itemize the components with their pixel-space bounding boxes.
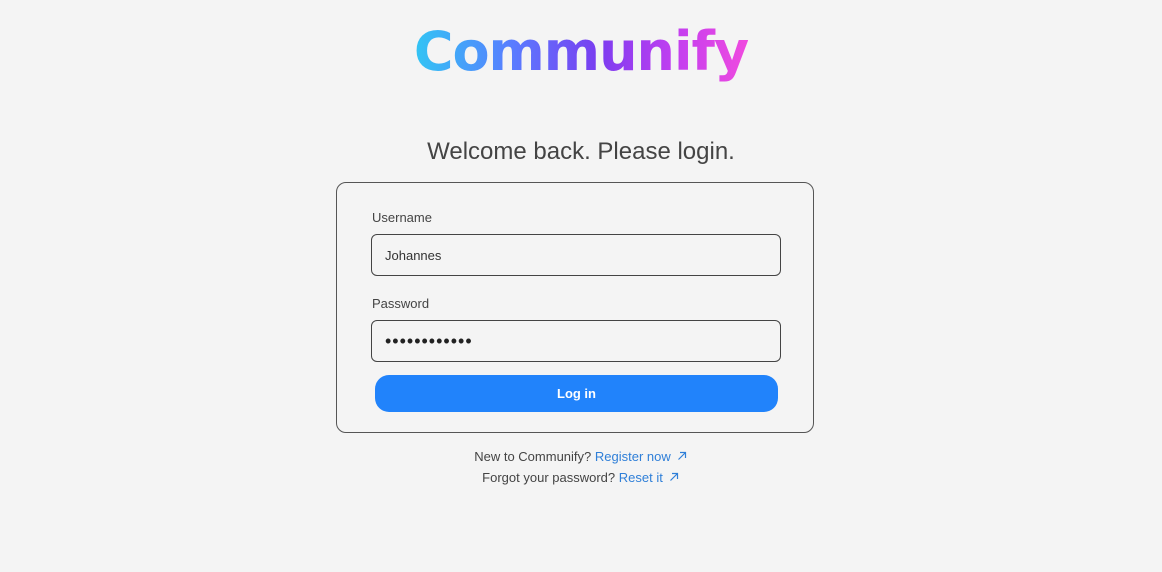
- reset-row: Forgot your password? Reset it: [0, 470, 1162, 485]
- login-form: Username Password Log in: [336, 182, 814, 433]
- page-title: Welcome back. Please login.: [427, 138, 735, 165]
- reset-link-label: Reset it: [618, 470, 663, 485]
- password-label: Password: [372, 296, 430, 311]
- register-prompt: New to Communify?: [474, 449, 592, 464]
- logo-container: Communify: [0, 20, 1162, 84]
- register-link-label: Register now: [594, 449, 671, 464]
- reset-prompt: Forgot your password?: [482, 470, 616, 485]
- reset-link[interactable]: Reset it: [619, 470, 680, 485]
- login-button[interactable]: Log in: [375, 375, 778, 412]
- username-label: Username: [372, 210, 432, 225]
- register-row: New to Communify? Register now: [0, 449, 1162, 464]
- arrow-up-right-icon: [669, 472, 678, 481]
- arrow-up-right-icon: [677, 451, 686, 460]
- username-input[interactable]: [371, 234, 781, 276]
- password-input[interactable]: [371, 320, 781, 362]
- communify-logo: Communify: [413, 20, 749, 83]
- register-link[interactable]: Register now: [595, 449, 688, 464]
